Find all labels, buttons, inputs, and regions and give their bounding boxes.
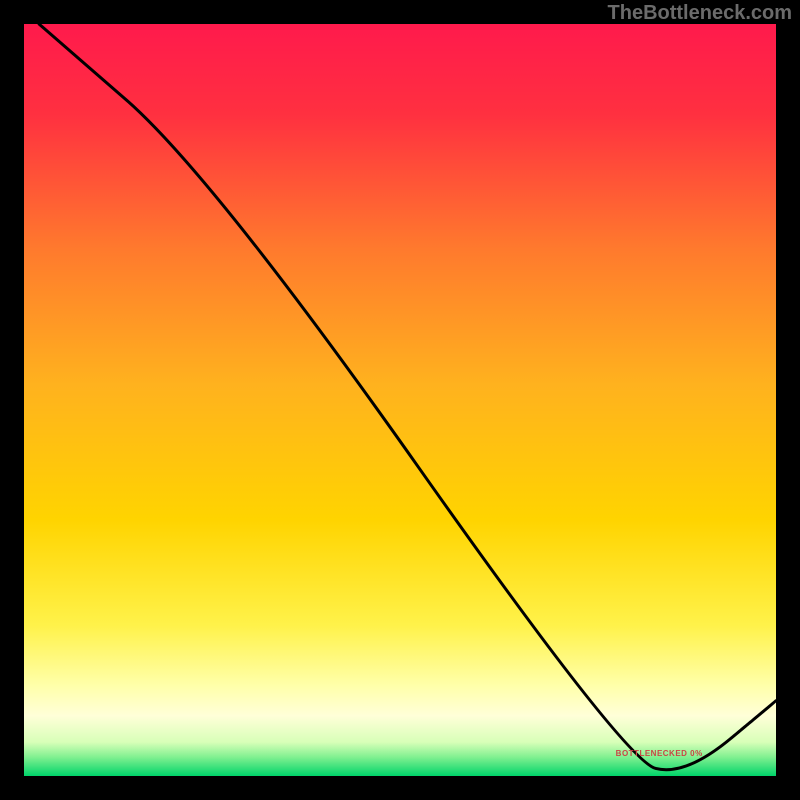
gradient-background (24, 24, 776, 776)
watermark-text: TheBottleneck.com (608, 2, 792, 25)
bottleneck-annotation: BOTTLENECKED 0% (616, 749, 703, 758)
plot-svg (24, 24, 776, 776)
chart-frame: BOTTLENECKED 0% TheBottleneck.com (0, 0, 800, 800)
plot-area: BOTTLENECKED 0% (24, 24, 776, 776)
